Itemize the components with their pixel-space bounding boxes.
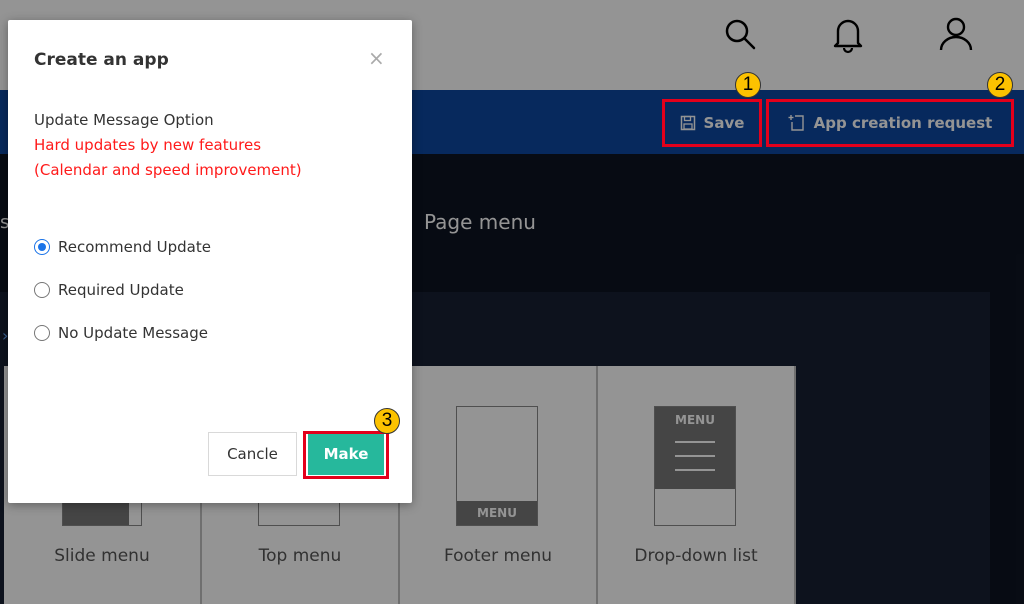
- radio-label: Required Update: [58, 281, 184, 299]
- radio-label: No Update Message: [58, 324, 208, 342]
- warning-text-line1: Hard updates by new features: [34, 136, 262, 154]
- step-badge-1: 1: [735, 72, 761, 98]
- radio-button[interactable]: [34, 239, 50, 255]
- step-badge-3: 3: [374, 408, 400, 434]
- radio-button[interactable]: [34, 282, 50, 298]
- radio-label: Recommend Update: [58, 238, 211, 256]
- close-icon[interactable]: ×: [368, 46, 385, 70]
- update-option-title: Update Message Option: [34, 111, 214, 129]
- radio-required-update[interactable]: Required Update: [34, 281, 184, 299]
- radio-no-update-message[interactable]: No Update Message: [34, 324, 208, 342]
- make-button[interactable]: Make: [308, 433, 384, 475]
- cancel-button[interactable]: Cancle: [208, 432, 297, 476]
- radio-button[interactable]: [34, 325, 50, 341]
- dialog-title: Create an app: [34, 50, 169, 70]
- create-app-dialog: Create an app × Update Message Option Ha…: [8, 20, 412, 503]
- step-badge-2: 2: [987, 72, 1013, 98]
- radio-recommend-update[interactable]: Recommend Update: [34, 238, 211, 256]
- warning-text-line2: (Calendar and speed improvement): [34, 161, 302, 179]
